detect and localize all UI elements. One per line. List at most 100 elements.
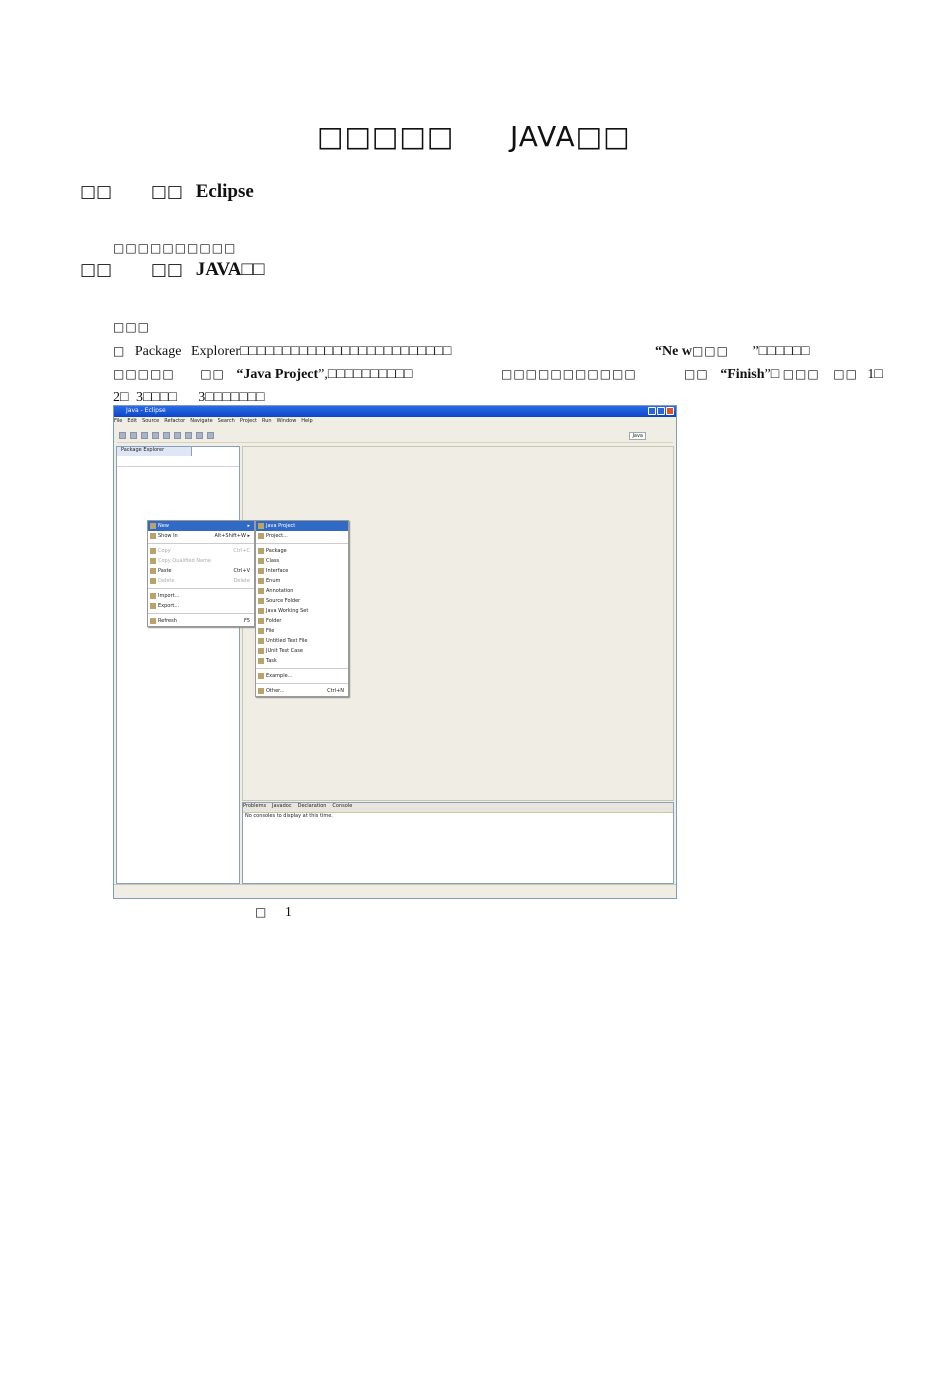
menu-item-label: Example... [266,673,293,679]
menu-item-delete[interactable]: Delete Delete [148,576,254,586]
para-l1-d: “Ne w [655,344,692,359]
menu-item-icon [258,648,264,654]
menu-item-annotation[interactable]: Annotation [256,586,348,596]
menu-item-export[interactable]: Export... [148,601,254,611]
menu-help[interactable]: Help [301,418,312,424]
menu-item-package[interactable]: Package [256,546,348,556]
para-l1-a: □ [113,344,126,358]
section1-number: □□ [80,182,113,202]
para-l1-e: □□□ [691,344,729,358]
menu-item-untitled-text-file[interactable]: Untitled Text File [256,636,348,646]
maximize-icon[interactable] [657,407,665,415]
menu-item-icon [150,558,156,564]
menu-item-icon [150,603,156,609]
menu-item-show-in[interactable]: Show In Alt+Shift+W ▸ [148,531,254,541]
console-view: Problems Javadoc Declaration Console No con… [242,802,674,884]
close-icon[interactable] [666,407,674,415]
run-icon[interactable] [163,432,170,439]
menu-run[interactable]: Run [262,418,272,424]
menu-separator [256,543,348,544]
menu-item-class[interactable]: Class [256,556,348,566]
menu-edit[interactable]: Edit [127,418,137,424]
menu-item-icon [150,523,156,529]
new-icon[interactable] [119,432,126,439]
menu-item-label: New [158,523,169,529]
search-icon[interactable] [174,432,181,439]
menu-item-label: Interface [266,568,289,574]
menu-item-label: JUnit Test Case [266,648,303,654]
menu-item-example[interactable]: Example... [256,671,348,681]
tab-javadoc[interactable]: Javadoc [272,803,292,809]
section1-verb: □□ [150,182,183,202]
tab-problems[interactable]: Problems [243,803,266,809]
menu-item-paste[interactable]: Paste Ctrl+V [148,566,254,576]
menu-item-java-project[interactable]: Java Project [256,521,348,531]
window-title: Java - Eclipse [126,407,166,414]
minimize-icon[interactable] [648,407,656,415]
debug-icon[interactable] [152,432,159,439]
menu-item-project[interactable]: Project... [256,531,348,541]
menu-item-java-working-set[interactable]: Java Working Set [256,606,348,616]
menu-item-copy-qualified-name[interactable]: Copy Qualified Name [148,556,254,566]
perspective-switcher[interactable]: Java [629,432,646,440]
menu-source[interactable]: Source [142,418,159,424]
menu-item-source-folder[interactable]: Source Folder [256,596,348,606]
package-explorer-tab[interactable]: Package Explorer [117,447,192,456]
menu-item-label: Project... [266,533,288,539]
menu-item-label: Delete [158,578,175,584]
para-l2-j: □□ [833,367,858,381]
back-icon[interactable] [196,432,203,439]
menu-item-label: Task [266,658,277,664]
menu-item-task[interactable]: Task [256,656,348,666]
para-l2-b: □□ [200,367,225,381]
figure-caption: □ 1 [255,905,292,921]
menu-item-label: File [266,628,275,634]
menu-item-enum[interactable]: Enum [256,576,348,586]
menu-item-junit-test-case[interactable]: JUnit Test Case [256,646,348,656]
menu-window[interactable]: Window [277,418,297,424]
status-bar [114,884,676,898]
menu-separator [148,588,254,589]
menu-item-import[interactable]: Import... [148,591,254,601]
menu-item-label: Class [266,558,280,564]
menu-item-icon [258,558,264,564]
tab-declaration[interactable]: Declaration [298,803,327,809]
menu-item-file[interactable]: File [256,626,348,636]
forward-icon[interactable] [207,432,214,439]
caption-b: 1 [284,905,292,920]
section2-number: □□ [80,260,113,280]
para-l1-f: ”□□□□□□ [752,344,810,359]
section1-name: Eclipse [195,181,254,202]
menu-item-folder[interactable]: Folder [256,616,348,626]
open-type-icon[interactable] [185,432,192,439]
menu-refactor[interactable]: Refactor [164,418,185,424]
page-title-part-2: JAVA□□ [510,120,631,153]
para-l2-a: □□□□□ [113,367,175,381]
menu-item-refresh[interactable]: Refresh F5 [148,616,254,626]
menu-item-copy[interactable]: Copy Ctrl+C [148,546,254,556]
package-explorer-toolbar [117,456,239,467]
menu-item-shortcut: Delete [233,578,250,584]
para-l1-b: Package [134,344,182,359]
menu-search[interactable]: Search [218,418,235,424]
menu-item-icon [258,568,264,574]
overlap-text: □□□□□□□□□□ [113,241,237,255]
menu-item-new[interactable]: New ▸ [148,521,254,531]
menu-separator [148,613,254,614]
menu-item-icon [150,568,156,574]
print-icon[interactable] [141,432,148,439]
menu-item-icon [258,673,264,679]
menu-item-icon [258,628,264,634]
tab-console[interactable]: Console [332,803,352,809]
menu-navigate[interactable]: Navigate [190,418,212,424]
section2-verb: □□ [150,260,183,280]
menu-item-interface[interactable]: Interface [256,566,348,576]
menu-file[interactable]: File [114,418,122,424]
eclipse-screenshot: Java - Eclipse File Edit Source Refactor Nav… [113,405,677,899]
page-title-part-1: □□□□□ [317,120,455,153]
menu-project[interactable]: Project [240,418,257,424]
menu-item-other[interactable]: Other... Ctrl+N [256,686,348,696]
save-icon[interactable] [130,432,137,439]
menu-item-icon [258,618,264,624]
toolbar [117,430,673,443]
